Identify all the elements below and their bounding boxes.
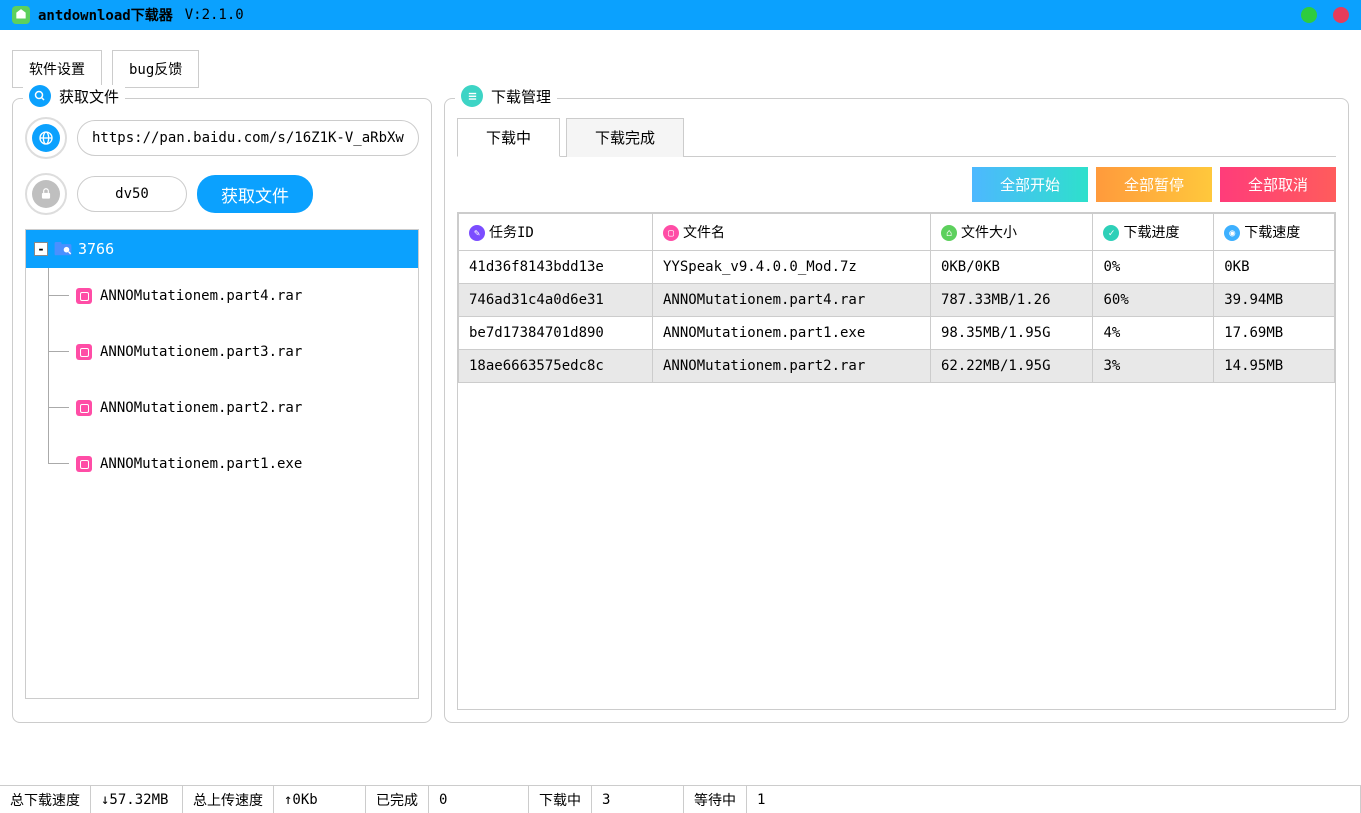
status-completed-label: 已完成 (366, 786, 429, 813)
download-tabs: 下载中 下载完成 (457, 117, 1336, 157)
status-ul-speed: ↑0Kb (274, 786, 366, 813)
close-button[interactable] (1333, 7, 1349, 23)
col-progress[interactable]: ✓下载进度 (1093, 214, 1214, 251)
fetch-panel-title: 获取文件 (59, 86, 119, 107)
app-version: V:2.1.0 (185, 7, 244, 23)
tree-file-label: ANNOMutationem.part2.rar (100, 400, 302, 416)
list-icon (461, 85, 483, 107)
status-waiting: 1 (747, 786, 1361, 813)
table-cell: be7d17384701d890 (459, 317, 653, 350)
bug-feedback-button[interactable]: bug反馈 (112, 50, 199, 88)
globe-icon (25, 117, 67, 159)
table-cell: 62.22MB/1.95G (930, 350, 1093, 383)
pause-all-button[interactable]: 全部暂停 (1096, 167, 1212, 202)
fetch-file-panel: 获取文件 获取文件 - 3766 ANNOMutationem.part (12, 98, 432, 723)
table-cell: 3% (1093, 350, 1214, 383)
status-downloading-label: 下载中 (529, 786, 592, 813)
search-icon (29, 85, 51, 107)
speed-icon: ◉ (1224, 225, 1240, 241)
table-cell: 0KB (1214, 251, 1335, 284)
table-cell: 0% (1093, 251, 1214, 284)
app-title: antdownload下载器 (38, 5, 173, 25)
table-cell: ANNOMutationem.part2.rar (653, 350, 931, 383)
tree-file-label: ANNOMutationem.part3.rar (100, 344, 302, 360)
start-all-button[interactable]: 全部开始 (972, 167, 1088, 202)
fetch-button[interactable]: 获取文件 (197, 175, 313, 213)
table-cell: 41d36f8143bdd13e (459, 251, 653, 284)
filesize-icon: ⌂ (941, 225, 957, 241)
folder-icon (54, 242, 72, 256)
file-tree[interactable]: - 3766 ANNOMutationem.part4.rar ANNOMutat… (25, 229, 419, 699)
download-panel-title: 下载管理 (491, 86, 551, 107)
tree-file-item[interactable]: ANNOMutationem.part1.exe (76, 436, 418, 492)
lock-icon (25, 173, 67, 215)
toolbar: 软件设置 bug反馈 (0, 30, 1361, 98)
table-row[interactable]: 41d36f8143bdd13eYYSpeak_v9.4.0.0_Mod.7z0… (459, 251, 1335, 284)
status-waiting-label: 等待中 (684, 786, 747, 813)
table-row[interactable]: be7d17384701d890ANNOMutationem.part1.exe… (459, 317, 1335, 350)
url-input[interactable] (77, 120, 419, 156)
status-bar: 总下载速度 ↓57.32MB 总上传速度 ↑0Kb 已完成 0 下载中 3 等待… (0, 785, 1361, 813)
table-row[interactable]: 746ad31c4a0d6e31ANNOMutationem.part4.rar… (459, 284, 1335, 317)
table-cell: 39.94MB (1214, 284, 1335, 317)
status-ul-speed-label: 总上传速度 (183, 786, 274, 813)
col-speed[interactable]: ◉下载速度 (1214, 214, 1335, 251)
tree-file-item[interactable]: ANNOMutationem.part4.rar (76, 268, 418, 324)
settings-button[interactable]: 软件设置 (12, 50, 102, 88)
table-cell: ANNOMutationem.part1.exe (653, 317, 931, 350)
table-cell: YYSpeak_v9.4.0.0_Mod.7z (653, 251, 931, 284)
table-cell: 98.35MB/1.95G (930, 317, 1093, 350)
download-table-container[interactable]: ✎任务ID ▢文件名 ⌂文件大小 ✓下载进度 ◉下载速度 41d36f8143b… (457, 212, 1336, 710)
titlebar: antdownload下载器 V:2.1.0 (0, 0, 1361, 30)
table-cell: 17.69MB (1214, 317, 1335, 350)
download-table: ✎任务ID ▢文件名 ⌂文件大小 ✓下载进度 ◉下载速度 41d36f8143b… (458, 213, 1335, 383)
table-cell: 787.33MB/1.26 (930, 284, 1093, 317)
table-cell: 746ad31c4a0d6e31 (459, 284, 653, 317)
tree-root-node[interactable]: - 3766 (26, 230, 418, 268)
collapse-icon[interactable]: - (34, 242, 48, 256)
status-dl-speed: ↓57.32MB (91, 786, 183, 813)
col-filesize[interactable]: ⌂文件大小 (930, 214, 1093, 251)
download-manager-panel: 下载管理 下载中 下载完成 全部开始 全部暂停 全部取消 ✎任务ID ▢文件名 … (444, 98, 1349, 723)
table-cell: 60% (1093, 284, 1214, 317)
file-icon (76, 288, 92, 304)
status-completed: 0 (429, 786, 529, 813)
status-dl-speed-label: 总下载速度 (0, 786, 91, 813)
file-icon (76, 344, 92, 360)
tab-completed[interactable]: 下载完成 (566, 118, 684, 157)
table-cell: 18ae6663575edc8c (459, 350, 653, 383)
file-icon (76, 400, 92, 416)
tree-file-item[interactable]: ANNOMutationem.part2.rar (76, 380, 418, 436)
password-input[interactable] (77, 176, 187, 212)
table-cell: 0KB/0KB (930, 251, 1093, 284)
minimize-button[interactable] (1301, 7, 1317, 23)
col-filename[interactable]: ▢文件名 (653, 214, 931, 251)
tree-file-label: ANNOMutationem.part4.rar (100, 288, 302, 304)
table-cell: 14.95MB (1214, 350, 1335, 383)
tree-root-label: 3766 (78, 240, 114, 258)
col-task-id[interactable]: ✎任务ID (459, 214, 653, 251)
progress-icon: ✓ (1103, 225, 1119, 241)
cancel-all-button[interactable]: 全部取消 (1220, 167, 1336, 202)
status-downloading: 3 (592, 786, 684, 813)
table-row[interactable]: 18ae6663575edc8cANNOMutationem.part2.rar… (459, 350, 1335, 383)
app-icon (12, 6, 30, 24)
table-cell: ANNOMutationem.part4.rar (653, 284, 931, 317)
table-cell: 4% (1093, 317, 1214, 350)
tree-file-item[interactable]: ANNOMutationem.part3.rar (76, 324, 418, 380)
tab-downloading[interactable]: 下载中 (457, 118, 560, 157)
file-icon (76, 456, 92, 472)
task-id-icon: ✎ (469, 225, 485, 241)
tree-file-label: ANNOMutationem.part1.exe (100, 456, 302, 472)
filename-icon: ▢ (663, 225, 679, 241)
